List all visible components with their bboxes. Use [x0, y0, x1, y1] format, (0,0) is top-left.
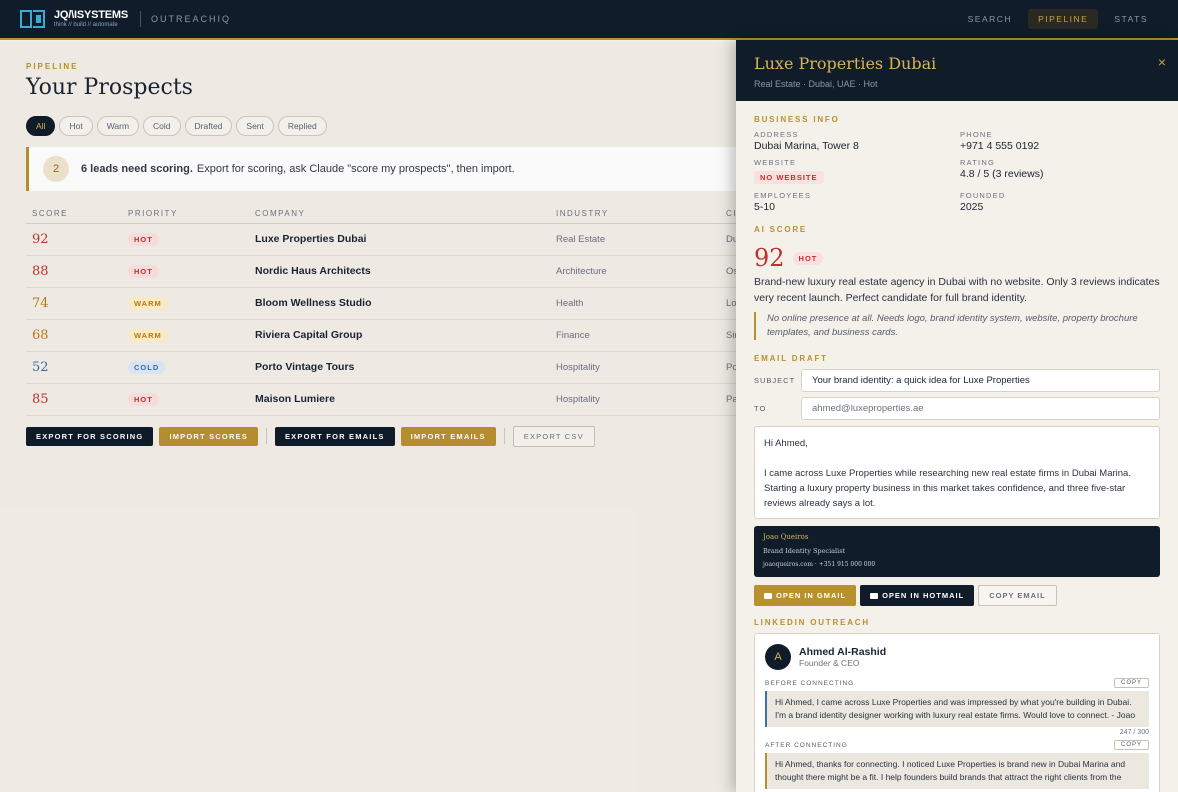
nav-stats[interactable]: STATS [1104, 9, 1158, 29]
top-bar: JQ/\ISYSTEMS think // build // automate … [0, 0, 1178, 40]
to-row: TO ahmed@luxeproperties.ae [754, 397, 1160, 420]
subject-row: SUBJECT Your brand identity: a quick ide… [754, 369, 1160, 392]
signature-contact: joaoqueiros.com · +351 915 000 000 [763, 561, 876, 568]
phone-value: +971 4 555 0192 [960, 140, 1040, 152]
copy-after-button[interactable]: COPY [1113, 740, 1149, 750]
email-greeting: Hi Ahmed, [764, 438, 808, 449]
subject-label: SUBJECT [754, 376, 796, 385]
business-info: ADDRESS Dubai Marina, Tower 8 PHONE +971… [754, 130, 1160, 213]
close-icon[interactable]: × [1158, 54, 1166, 70]
ai-score-value: 92 [754, 244, 785, 272]
rating-label: RATING [960, 158, 995, 167]
before-connecting-head: BEFORE CONNECTING COPY [765, 678, 1149, 688]
envelope-icon [870, 592, 879, 599]
main-nav: SEARCH PIPELINE STATS [958, 9, 1158, 29]
address-label: ADDRESS [754, 130, 799, 139]
nav-pipeline[interactable]: PIPELINE [1028, 9, 1099, 29]
signature-role: Brand Identity Specialist [763, 547, 846, 555]
drawer-header: Luxe Properties Dubai Real Estate · Duba… [736, 40, 1178, 101]
brand-name: JQ/\ISYSTEMS [54, 9, 129, 21]
open-gmail-label: OPEN IN GMAIL [776, 591, 847, 600]
contact-role: Founder & CEO [799, 658, 860, 668]
brand-tagline: think // build // automate [54, 22, 118, 28]
open-hotmail-button[interactable]: OPEN IN HOTMAIL [860, 585, 975, 606]
before-connecting-label: BEFORE CONNECTING [765, 679, 855, 687]
website-label: WEBSITE [754, 158, 797, 167]
open-gmail-button[interactable]: OPEN IN GMAIL [754, 585, 857, 606]
founded-value: 2025 [960, 201, 984, 213]
to-input[interactable]: ahmed@luxeproperties.ae [801, 397, 1160, 420]
employees-label: EMPLOYEES [754, 191, 812, 200]
envelope-icon [764, 592, 772, 599]
nav-search[interactable]: SEARCH [958, 9, 1022, 29]
ai-score: 92 HOT [754, 244, 1160, 272]
linkedin-person: A Ahmed Al-Rashid Founder & CEO [765, 644, 1149, 670]
ai-summary: Brand-new luxury real estate agency in D… [754, 276, 1160, 304]
drawer-subtitle: Real Estate · Dubai, UAE · Hot [754, 79, 878, 89]
subject-input[interactable]: Your brand identity: a quick idea for Lu… [801, 369, 1160, 392]
ai-priority-badge: HOT [792, 251, 824, 265]
ai-score-heading: AI SCORE [754, 225, 808, 234]
rating-value: 4.8 / 5 (3 reviews) [960, 168, 1044, 180]
founded-label: FOUNDED [960, 191, 1006, 200]
after-connecting-head: AFTER CONNECTING COPY [765, 740, 1149, 750]
drawer-title: Luxe Properties Dubai [754, 54, 937, 73]
open-hotmail-label: OPEN IN HOTMAIL [882, 591, 965, 600]
drawer-body: BUSINESS INFO ADDRESS Dubai Marina, Towe… [736, 115, 1178, 792]
brand-logo[interactable]: JQ/\ISYSTEMS think // build // automate [20, 10, 128, 28]
ai-note: No online presence at all. Needs logo, b… [754, 312, 1160, 340]
after-connecting-label: AFTER CONNECTING [765, 741, 848, 749]
email-actions: OPEN IN GMAIL OPEN IN HOTMAIL COPY EMAIL [754, 585, 1160, 606]
prospect-drawer: Luxe Properties Dubai Real Estate · Duba… [736, 40, 1178, 792]
no-website-badge: NO WEBSITE [754, 171, 824, 184]
email-draft-heading: EMAIL DRAFT [754, 354, 828, 363]
copy-before-button[interactable]: COPY [1113, 678, 1149, 688]
phone-label: PHONE [960, 130, 993, 139]
address-value: Dubai Marina, Tower 8 [754, 140, 859, 152]
avatar: A [765, 644, 791, 670]
to-label: TO [754, 404, 767, 413]
backdrop[interactable] [0, 42, 736, 792]
copy-email-button[interactable]: COPY EMAIL [978, 585, 1057, 606]
linkedin-card: A Ahmed Al-Rashid Founder & CEO BEFORE C… [754, 633, 1160, 792]
after-connecting-message[interactable]: Hi Ahmed, thanks for connecting. I notic… [765, 753, 1149, 789]
linkedin-heading: LINKEDIN OUTREACH [754, 618, 870, 627]
divider [140, 11, 142, 27]
email-body-input[interactable]: Hi Ahmed, I came across Luxe Properties … [754, 426, 1160, 519]
business-info-heading: BUSINESS INFO [754, 115, 840, 124]
contact-name: Ahmed Al-Rashid [799, 646, 887, 658]
app-name: OUTREACHIQ [151, 14, 232, 24]
char-count: 247 / 300 [1119, 729, 1149, 736]
employees-value: 5-10 [754, 201, 776, 213]
email-body-text: I came across Luxe Properties while rese… [764, 468, 1131, 509]
email-signature: Joao Queiros Brand Identity Specialist j… [754, 526, 1160, 577]
signature-name: Joao Queiros [763, 533, 809, 541]
logo-mark-icon [20, 10, 46, 28]
before-connecting-message[interactable]: Hi Ahmed, I came across Luxe Properties … [765, 691, 1149, 727]
